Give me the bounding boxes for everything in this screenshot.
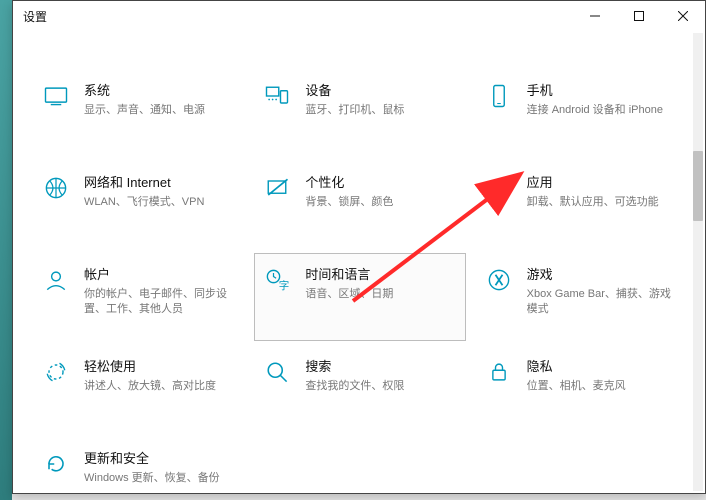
tile-title: 时间和语言 xyxy=(305,264,456,283)
tile-update[interactable]: 更新和安全 Windows 更新、恢复、备份 xyxy=(33,437,244,493)
tile-title: 游戏 xyxy=(527,264,678,283)
tile-phone[interactable]: 手机连接 Android 设备和 iPhone xyxy=(476,69,687,157)
tile-ease[interactable]: 轻松使用讲述人、放大镜、高对比度 xyxy=(33,345,244,433)
tile-search[interactable]: 搜索查找我的文件、权限 xyxy=(254,345,465,433)
tile-time[interactable]: 字 时间和语言语音、区域、日期 xyxy=(254,253,465,341)
tile-title: 应用 xyxy=(527,172,678,191)
tile-personal[interactable]: 个性化背景、锁屏、颜色 xyxy=(254,161,465,249)
tile-desc: Xbox Game Bar、捕获、游戏模式 xyxy=(527,287,678,318)
tile-title: 系统 xyxy=(84,80,235,99)
tile-title: 设备 xyxy=(305,80,456,99)
gaming-icon xyxy=(485,266,513,294)
privacy-icon xyxy=(485,358,513,386)
tile-gaming[interactable]: 游戏 Xbox Game Bar、捕获、游戏模式 xyxy=(476,253,687,341)
tile-desc: 显示、声音、通知、电源 xyxy=(84,103,235,118)
tile-desc: 蓝牙、打印机、鼠标 xyxy=(305,103,456,118)
maximize-button[interactable] xyxy=(617,1,661,31)
scrollbar-track[interactable] xyxy=(693,33,703,491)
tile-desc: 查找我的文件、权限 xyxy=(305,379,456,394)
tile-accounts[interactable]: 帐户你的帐户、电子邮件、同步设置、工作、其他人员 xyxy=(33,253,244,341)
phone-icon xyxy=(485,82,513,110)
tile-title: 手机 xyxy=(527,80,678,99)
tile-desc: 你的帐户、电子邮件、同步设置、工作、其他人员 xyxy=(84,287,235,318)
tile-system[interactable]: 系统显示、声音、通知、电源 xyxy=(33,69,244,157)
system-icon xyxy=(42,82,70,110)
tile-desc: 语音、区域、日期 xyxy=(305,287,456,302)
tile-title: 轻松使用 xyxy=(84,356,235,375)
time-icon: 字 xyxy=(263,266,291,294)
svg-text:字: 字 xyxy=(279,279,290,292)
settings-content: 系统显示、声音、通知、电源设备蓝牙、打印机、鼠标手机连接 Android 设备和… xyxy=(13,31,705,493)
personal-icon xyxy=(263,174,291,202)
tile-desc: 位置、相机、麦克风 xyxy=(527,379,678,394)
tile-title: 网络和 Internet xyxy=(84,172,235,191)
tile-title: 更新和安全 xyxy=(84,448,235,467)
accounts-icon xyxy=(42,266,70,294)
search-icon xyxy=(263,358,291,386)
ease-icon xyxy=(42,358,70,386)
tile-title: 个性化 xyxy=(305,172,456,191)
tile-title: 隐私 xyxy=(527,356,678,375)
apps-icon xyxy=(485,174,513,202)
tile-privacy[interactable]: 隐私位置、相机、麦克风 xyxy=(476,345,687,433)
tile-devices[interactable]: 设备蓝牙、打印机、鼠标 xyxy=(254,69,465,157)
close-button[interactable] xyxy=(661,1,705,31)
settings-window: 设置 系统显示、声音、通知、电源设备蓝牙、打印机、鼠标手机连接 Android … xyxy=(12,0,706,494)
tile-title: 搜索 xyxy=(305,356,456,375)
tile-desc: 讲述人、放大镜、高对比度 xyxy=(84,379,235,394)
tile-desc: Windows 更新、恢复、备份 xyxy=(84,471,235,486)
devices-icon xyxy=(263,82,291,110)
tile-desc: WLAN、飞行模式、VPN xyxy=(84,195,235,210)
tile-desc: 连接 Android 设备和 iPhone xyxy=(527,103,678,118)
titlebar: 设置 xyxy=(13,1,705,31)
tile-title: 帐户 xyxy=(84,264,235,283)
tile-network[interactable]: 网络和 Internet WLAN、飞行模式、VPN xyxy=(33,161,244,249)
network-icon xyxy=(42,174,70,202)
settings-grid: 系统显示、声音、通知、电源设备蓝牙、打印机、鼠标手机连接 Android 设备和… xyxy=(33,69,687,493)
tile-desc: 卸载、默认应用、可选功能 xyxy=(527,195,678,210)
update-icon xyxy=(42,450,70,478)
tile-desc: 背景、锁屏、颜色 xyxy=(305,195,456,210)
tile-apps[interactable]: 应用卸载、默认应用、可选功能 xyxy=(476,161,687,249)
window-buttons xyxy=(573,1,705,31)
window-title: 设置 xyxy=(23,8,47,25)
minimize-button[interactable] xyxy=(573,1,617,31)
scrollbar-thumb[interactable] xyxy=(693,151,703,221)
